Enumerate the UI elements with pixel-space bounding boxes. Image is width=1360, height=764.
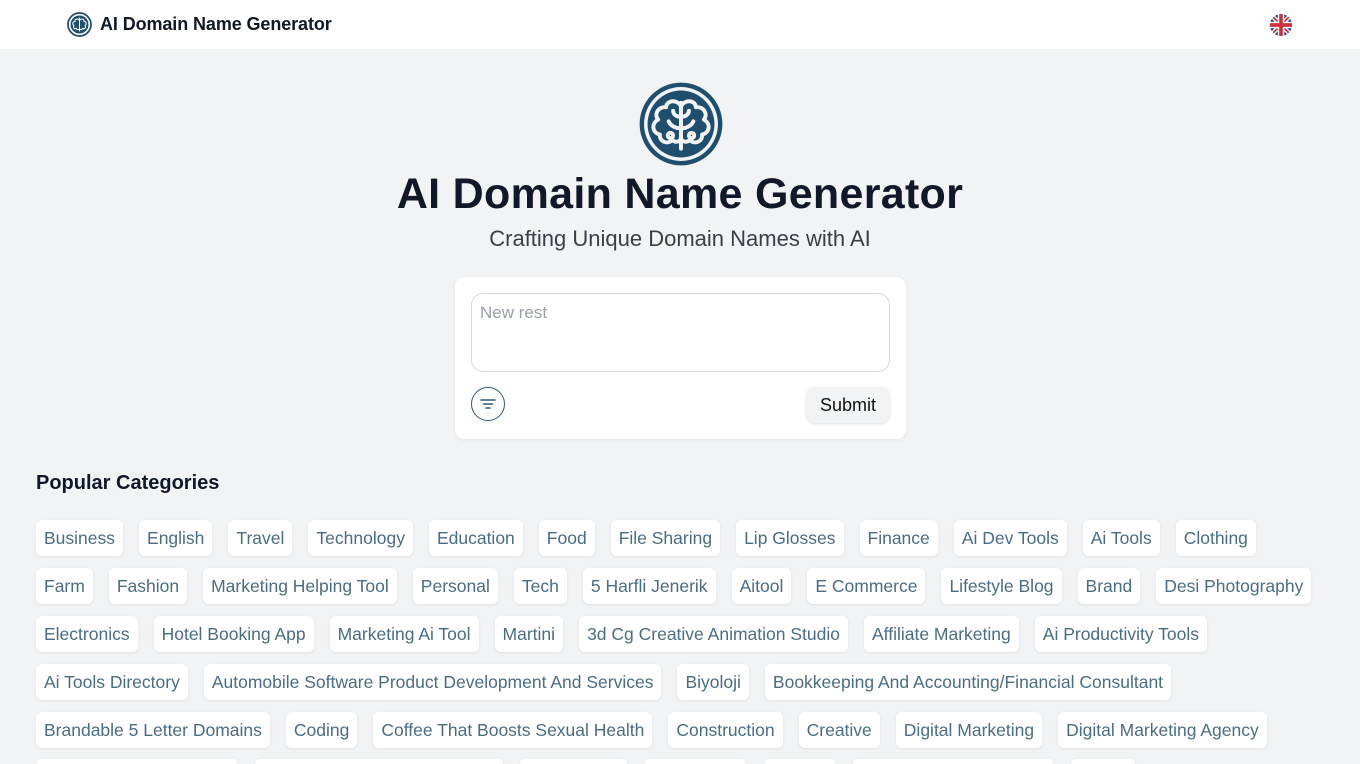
- category-list-overflow: [0, 759, 1360, 764]
- category-tag[interactable]: Ai Dev Tools: [953, 520, 1067, 556]
- category-tag[interactable]: Tech: [513, 568, 567, 604]
- brain-icon: [67, 12, 92, 37]
- category-tag[interactable]: Clothing: [1175, 520, 1256, 556]
- filter-icon: [480, 399, 496, 409]
- category-tag[interactable]: [764, 759, 836, 764]
- prompt-input[interactable]: [471, 293, 890, 372]
- category-tag[interactable]: Marketing Ai Tool: [329, 616, 479, 652]
- language-selector[interactable]: [1270, 14, 1292, 36]
- category-tag[interactable]: Aitool: [731, 568, 792, 604]
- category-tag[interactable]: Coffee That Boosts Sexual Health: [373, 712, 653, 748]
- category-tag[interactable]: Bookkeeping And Accounting/Financial Con…: [764, 664, 1172, 700]
- top-header: AI Domain Name Generator: [0, 0, 1360, 49]
- category-tag[interactable]: Desi Photography: [1156, 568, 1312, 604]
- generator-form: Submit: [455, 277, 906, 439]
- hero-brain-icon: [639, 82, 723, 166]
- category-tag[interactable]: Brand: [1077, 568, 1141, 604]
- category-tag[interactable]: Ai Productivity Tools: [1034, 616, 1208, 652]
- category-tag[interactable]: Coding: [285, 712, 358, 748]
- category-tag[interactable]: Ai Tools Directory: [36, 664, 188, 700]
- category-tag[interactable]: Construction: [668, 712, 783, 748]
- popular-categories-title: Popular Categories: [36, 472, 220, 494]
- category-tag[interactable]: Food: [538, 520, 595, 556]
- filter-button[interactable]: [471, 387, 505, 421]
- category-tag[interactable]: English: [139, 520, 213, 556]
- category-tag[interactable]: Travel: [228, 520, 293, 556]
- category-tag[interactable]: File Sharing: [610, 520, 721, 556]
- page-subtitle: Crafting Unique Domain Names with AI: [489, 226, 871, 251]
- category-tag[interactable]: Marketing Helping Tool: [203, 568, 397, 604]
- category-tag[interactable]: Electronics: [36, 616, 138, 652]
- category-tag[interactable]: [36, 759, 238, 764]
- category-tag[interactable]: Martini: [494, 616, 564, 652]
- category-tag[interactable]: Lip Glosses: [736, 520, 844, 556]
- category-tag[interactable]: Technology: [308, 520, 413, 556]
- category-tag[interactable]: [255, 759, 503, 764]
- category-tag[interactable]: Finance: [859, 520, 938, 556]
- submit-button[interactable]: Submit: [806, 387, 890, 423]
- category-tag[interactable]: Hotel Booking App: [153, 616, 314, 652]
- category-tag[interactable]: [644, 759, 746, 764]
- category-tag[interactable]: E Commerce: [807, 568, 926, 604]
- category-tag[interactable]: Digital Marketing: [895, 712, 1043, 748]
- category-tag[interactable]: 3d Cg Creative Animation Studio: [579, 616, 848, 652]
- category-list: Business English Travel Technology Education…: [36, 520, 1326, 748]
- category-tag[interactable]: Ai Tools: [1082, 520, 1160, 556]
- category-tag[interactable]: Farm: [36, 568, 93, 604]
- category-tag[interactable]: Brandable 5 Letter Domains: [36, 712, 270, 748]
- brand-name: AI Domain Name Generator: [100, 14, 332, 34]
- category-tag[interactable]: Creative: [798, 712, 880, 748]
- category-tag[interactable]: Personal: [412, 568, 498, 604]
- category-tag[interactable]: Lifestyle Blog: [941, 568, 1062, 604]
- brand-link[interactable]: AI Domain Name Generator: [67, 12, 332, 37]
- category-tag[interactable]: Business: [36, 520, 124, 556]
- category-tag[interactable]: Education: [428, 520, 523, 556]
- category-tag[interactable]: 5 Harfli Jenerik: [582, 568, 716, 604]
- category-tag[interactable]: [520, 759, 627, 764]
- page-title: AI Domain Name Generator: [396, 170, 964, 218]
- category-tag[interactable]: Affiliate Marketing: [863, 616, 1019, 652]
- category-tag[interactable]: Biyoloji: [677, 664, 749, 700]
- uk-flag-icon: [1270, 14, 1292, 36]
- category-tag[interactable]: Fashion: [108, 568, 188, 604]
- category-tag[interactable]: Automobile Software Product Development …: [203, 664, 662, 700]
- category-tag[interactable]: [853, 759, 1054, 764]
- category-tag[interactable]: [1071, 759, 1135, 764]
- category-tag[interactable]: Digital Marketing Agency: [1058, 712, 1267, 748]
